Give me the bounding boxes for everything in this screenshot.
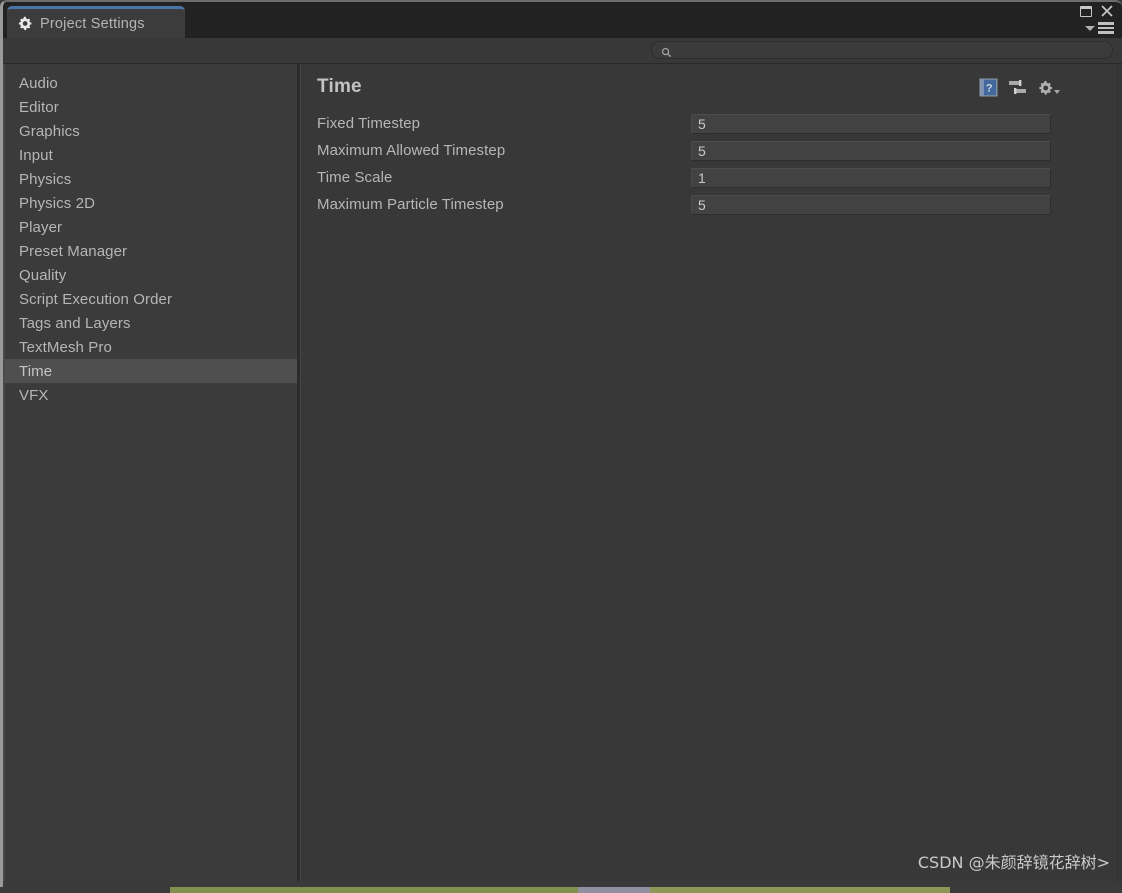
property-row-fixed-timestep: Fixed Timestep bbox=[317, 110, 1122, 137]
chevron-down-icon bbox=[1054, 89, 1060, 94]
sidebar-item-tags-and-layers[interactable]: Tags and Layers bbox=[5, 311, 297, 335]
sidebar-item-vfx[interactable]: VFX bbox=[5, 383, 297, 407]
window-tabbar: Project Settings bbox=[3, 2, 1122, 38]
property-row-maximum-allowed-timestep: Maximum Allowed Timestep bbox=[317, 137, 1122, 164]
maximize-icon[interactable] bbox=[1080, 5, 1092, 17]
content-scrollbar[interactable] bbox=[1117, 64, 1122, 887]
property-label: Fixed Timestep bbox=[317, 115, 421, 132]
sidebar-item-input[interactable]: Input bbox=[5, 143, 297, 167]
sidebar-item-label: Preset Manager bbox=[19, 242, 128, 260]
sidebar-item-quality[interactable]: Quality bbox=[5, 263, 297, 287]
watermark: CSDN @朱颜辞镜花辞树> bbox=[917, 853, 1110, 872]
preset-selector-icon[interactable] bbox=[1009, 80, 1026, 95]
fixed-timestep-field[interactable] bbox=[691, 113, 1051, 134]
maximum-particle-timestep-input[interactable] bbox=[698, 196, 1050, 213]
tab-project-settings[interactable]: Project Settings bbox=[7, 6, 185, 38]
window-controls bbox=[1080, 4, 1114, 18]
sidebar-item-audio[interactable]: Audio bbox=[5, 71, 297, 95]
property-label: Maximum Allowed Timestep bbox=[317, 142, 506, 159]
svg-text:?: ? bbox=[986, 83, 993, 95]
sidebar-item-textmesh-pro[interactable]: TextMesh Pro bbox=[5, 335, 297, 359]
settings-sidebar: Audio Editor Graphics Input Physics Phys… bbox=[3, 64, 297, 887]
sidebar-item-label: Audio bbox=[19, 74, 58, 92]
sidebar-item-label: VFX bbox=[19, 386, 49, 404]
hamburger-menu-icon[interactable] bbox=[1098, 22, 1114, 34]
property-label: Time Scale bbox=[317, 169, 393, 186]
content-header-icons: ? bbox=[979, 78, 1060, 97]
sidebar-item-label: Script Execution Order bbox=[19, 290, 173, 308]
window-menu-row bbox=[1085, 22, 1114, 34]
time-scale-input[interactable] bbox=[698, 169, 1050, 186]
time-scale-field[interactable] bbox=[691, 167, 1051, 188]
close-icon[interactable] bbox=[1100, 4, 1114, 18]
content-header: Time ? bbox=[301, 64, 1122, 108]
sidebar-item-editor[interactable]: Editor bbox=[5, 95, 297, 119]
sidebar-item-label: Tags and Layers bbox=[19, 314, 131, 332]
sidebar-item-label: Player bbox=[19, 218, 63, 236]
sidebar-item-label: Input bbox=[19, 146, 53, 164]
sidebar-item-graphics[interactable]: Graphics bbox=[5, 119, 297, 143]
property-row-time-scale: Time Scale bbox=[317, 164, 1122, 191]
sidebar-item-label: Time bbox=[19, 362, 53, 380]
sidebar-item-label: Quality bbox=[19, 266, 67, 284]
property-label: Maximum Particle Timestep bbox=[317, 196, 504, 213]
sidebar-item-script-execution-order[interactable]: Script Execution Order bbox=[5, 287, 297, 311]
sidebar-item-physics-2d[interactable]: Physics 2D bbox=[5, 191, 297, 215]
tab-label: Project Settings bbox=[40, 15, 145, 32]
fixed-timestep-input[interactable] bbox=[698, 115, 1050, 132]
search-bar-row bbox=[3, 38, 1122, 64]
maximum-particle-timestep-field[interactable] bbox=[691, 194, 1051, 215]
time-settings-properties: Fixed Timestep Maximum Allowed Timestep … bbox=[301, 108, 1122, 218]
sidebar-item-physics[interactable]: Physics bbox=[5, 167, 297, 191]
window-bottom-edge bbox=[3, 881, 1122, 887]
sidebar-item-label: Physics bbox=[19, 170, 72, 188]
sidebar-item-label: TextMesh Pro bbox=[19, 338, 112, 356]
project-settings-window: Project Settings Audio Editor Graphics I… bbox=[0, 0, 1122, 887]
sidebar-item-time[interactable]: Time bbox=[5, 359, 297, 383]
property-row-maximum-particle-timestep: Maximum Particle Timestep bbox=[317, 191, 1122, 218]
search-field[interactable] bbox=[651, 41, 1113, 59]
settings-content-panel: Time ? Fixed Timestep 5 Maximum Allowed … bbox=[301, 64, 1122, 887]
search-input[interactable] bbox=[678, 44, 1098, 56]
search-icon bbox=[661, 45, 672, 57]
sidebar-item-preset-manager[interactable]: Preset Manager bbox=[5, 239, 297, 263]
sidebar-item-player[interactable]: Player bbox=[5, 215, 297, 239]
sidebar-item-label: Graphics bbox=[19, 122, 80, 140]
sidebar-item-label: Physics 2D bbox=[19, 194, 96, 212]
sidebar-item-label: Editor bbox=[19, 98, 59, 116]
help-icon[interactable]: ? bbox=[979, 78, 998, 97]
maximum-allowed-timestep-input[interactable] bbox=[698, 142, 1050, 159]
gear-icon bbox=[17, 16, 32, 31]
settings-gear-button[interactable] bbox=[1037, 80, 1060, 96]
settings-body: Audio Editor Graphics Input Physics Phys… bbox=[3, 64, 1122, 887]
chevron-down-icon[interactable] bbox=[1085, 25, 1095, 31]
settings-gear-icon bbox=[1037, 80, 1053, 96]
maximum-allowed-timestep-field[interactable] bbox=[691, 140, 1051, 161]
